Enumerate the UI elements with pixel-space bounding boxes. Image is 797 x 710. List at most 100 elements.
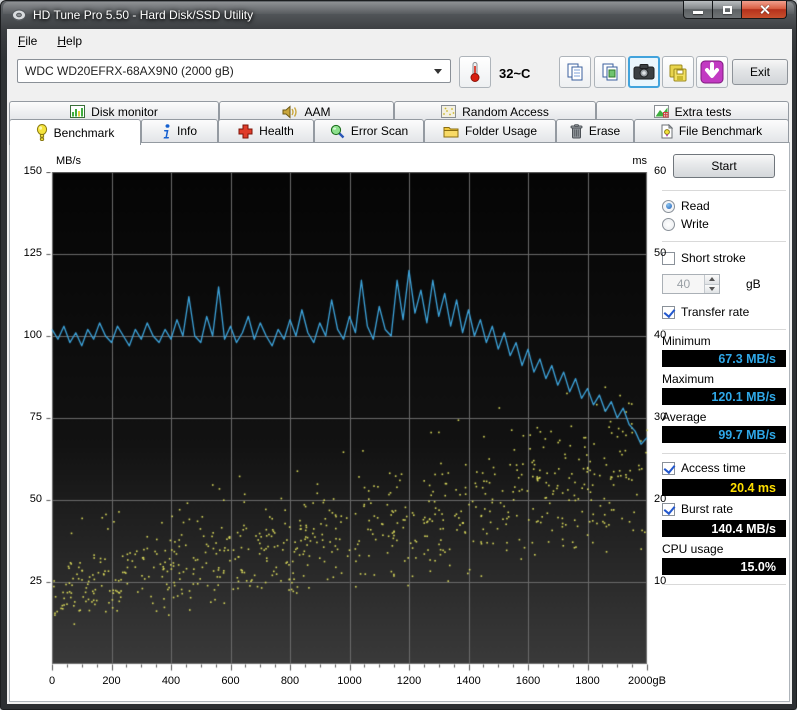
disk-monitor-icon xyxy=(70,105,86,118)
window-title: HD Tune Pro 5.50 - Hard Disk/SSD Utility xyxy=(33,8,254,22)
x-tick-label: 800 xyxy=(280,675,300,687)
maximum-value: 120.1 MB/s xyxy=(662,388,786,405)
minimize-button[interactable] xyxy=(683,1,713,19)
tab-info[interactable]: Info xyxy=(141,119,218,143)
benchmark-icon xyxy=(36,124,47,141)
burst-rate-value: 140.4 MB/s xyxy=(662,520,786,537)
y-left-tick-label: 50 xyxy=(29,493,42,505)
y-left-tick-label: 125 xyxy=(23,247,42,259)
menu-help[interactable]: Help xyxy=(48,31,91,51)
screenshot-button[interactable] xyxy=(628,56,660,88)
x-tick-label: 1600 xyxy=(515,675,541,687)
save-button[interactable] xyxy=(662,56,694,88)
trash-icon xyxy=(570,123,583,138)
error-scan-icon xyxy=(330,124,345,138)
client-area: File Help WDC WD20EFRX-68AX9N0 (2000 gB)… xyxy=(7,29,792,704)
menu-file[interactable]: File xyxy=(9,31,46,51)
camera-icon xyxy=(633,64,655,80)
minimum-value: 67.3 MB/s xyxy=(662,350,786,367)
copy-text-button[interactable] xyxy=(559,56,591,88)
titlebar[interactable]: HD Tune Pro 5.50 - Hard Disk/SSD Utility xyxy=(1,1,796,29)
y-left-tick-label: 100 xyxy=(23,329,42,341)
x-tick-label: 2000gB xyxy=(628,675,666,687)
write-radio[interactable] xyxy=(662,217,675,231)
y-right-tick-label: 50 xyxy=(654,247,667,259)
y-left-tick-label: 25 xyxy=(29,575,42,587)
exit-button[interactable]: Exit xyxy=(732,59,788,85)
app-icon xyxy=(12,9,26,22)
save-icon xyxy=(669,64,687,82)
thermometer-icon xyxy=(470,62,480,82)
y-right-tick-label: 20 xyxy=(654,493,667,505)
y-right-tick-label: 10 xyxy=(654,575,667,587)
tab-error-scan[interactable]: Error Scan xyxy=(314,119,424,143)
copy-text-icon xyxy=(567,63,583,81)
short-stroke-capacity-stepper[interactable]: 40 xyxy=(662,274,720,294)
x-tick-label: 1400 xyxy=(456,675,481,687)
arrow-down-icon xyxy=(709,286,715,291)
tab-file-benchmark[interactable]: File Benchmark xyxy=(634,119,789,143)
access-time-row[interactable]: Access time xyxy=(662,461,786,475)
start-button[interactable]: Start xyxy=(673,154,775,178)
file-benchmark-icon xyxy=(661,123,673,138)
stepper-up-button[interactable] xyxy=(705,275,719,284)
extra-tests-icon xyxy=(653,105,669,118)
download-icon xyxy=(700,60,724,84)
x-tick-label: 1000 xyxy=(337,675,362,687)
benchmark-chart-canvas xyxy=(46,172,654,673)
tab-erase[interactable]: Erase xyxy=(556,119,634,143)
tab-benchmark[interactable]: Benchmark xyxy=(9,119,141,145)
minimize-icon xyxy=(693,11,703,14)
x-tick-label: 0 xyxy=(48,675,56,687)
random-access-icon xyxy=(441,105,457,118)
drive-select-value: WDC WD20EFRX-68AX9N0 (2000 gB) xyxy=(25,64,234,78)
stepper-down-button[interactable] xyxy=(705,283,719,293)
capacity-unit-label: gB xyxy=(746,277,761,291)
copy-image-button[interactable] xyxy=(594,56,626,88)
average-value: 99.7 MB/s xyxy=(662,426,786,443)
temperature-button[interactable] xyxy=(459,56,491,88)
benchmark-panel: MB/s ms Start Read Write Short stroke 40… xyxy=(9,142,790,702)
maximize-icon xyxy=(722,5,732,14)
close-icon xyxy=(759,4,770,15)
read-radio-row[interactable]: Read xyxy=(662,199,786,213)
y-left-tick-label: 150 xyxy=(23,165,42,177)
health-cross-icon xyxy=(238,124,253,138)
transfer-rate-checkbox[interactable] xyxy=(662,305,675,319)
cpu-usage-label: CPU usage xyxy=(662,542,724,556)
primary-tabs: Benchmark Info Health Error Scan Folder … xyxy=(9,119,790,145)
transfer-rate-row[interactable]: Transfer rate xyxy=(662,305,786,319)
close-button[interactable] xyxy=(742,1,787,19)
y-right-axis-title: ms xyxy=(632,155,647,167)
benchmark-controls: Start Read Write Short stroke 40 gB Tran… xyxy=(662,147,786,585)
tab-folder-usage[interactable]: Folder Usage xyxy=(424,119,556,143)
short-stroke-capacity-value: 40 xyxy=(676,277,691,291)
chevron-down-icon xyxy=(434,69,442,74)
speaker-icon xyxy=(282,104,298,119)
x-tick-label: 1800 xyxy=(575,675,600,687)
y-left-axis-title: MB/s xyxy=(56,155,82,167)
x-tick-label: 200 xyxy=(102,675,121,687)
x-tick-label: 400 xyxy=(161,675,181,687)
y-right-tick-label: 60 xyxy=(654,165,667,177)
write-radio-row[interactable]: Write xyxy=(662,217,786,231)
app-window: HD Tune Pro 5.50 - Hard Disk/SSD Utility… xyxy=(0,0,797,710)
y-right-tick-label: 40 xyxy=(654,329,667,341)
tab-health[interactable]: Health xyxy=(218,119,314,143)
info-icon xyxy=(163,123,170,138)
read-radio[interactable] xyxy=(662,199,675,213)
x-tick-label: 1200 xyxy=(396,675,422,687)
download-button[interactable] xyxy=(696,56,728,88)
y-right-tick-label: 30 xyxy=(654,411,667,423)
maximize-button[interactable] xyxy=(713,1,742,19)
x-tick-label: 600 xyxy=(221,675,240,687)
folder-icon xyxy=(443,126,459,137)
access-time-checkbox[interactable] xyxy=(662,461,675,475)
menubar: File Help xyxy=(7,29,792,53)
temperature-value: 32~C xyxy=(499,66,531,81)
y-left-tick-label: 75 xyxy=(29,411,42,423)
maximum-label: Maximum xyxy=(662,372,715,386)
cpu-usage-value: 15.0% xyxy=(662,558,786,575)
drive-select[interactable]: WDC WD20EFRX-68AX9N0 (2000 gB) xyxy=(17,59,451,83)
copy-image-icon xyxy=(602,63,618,81)
